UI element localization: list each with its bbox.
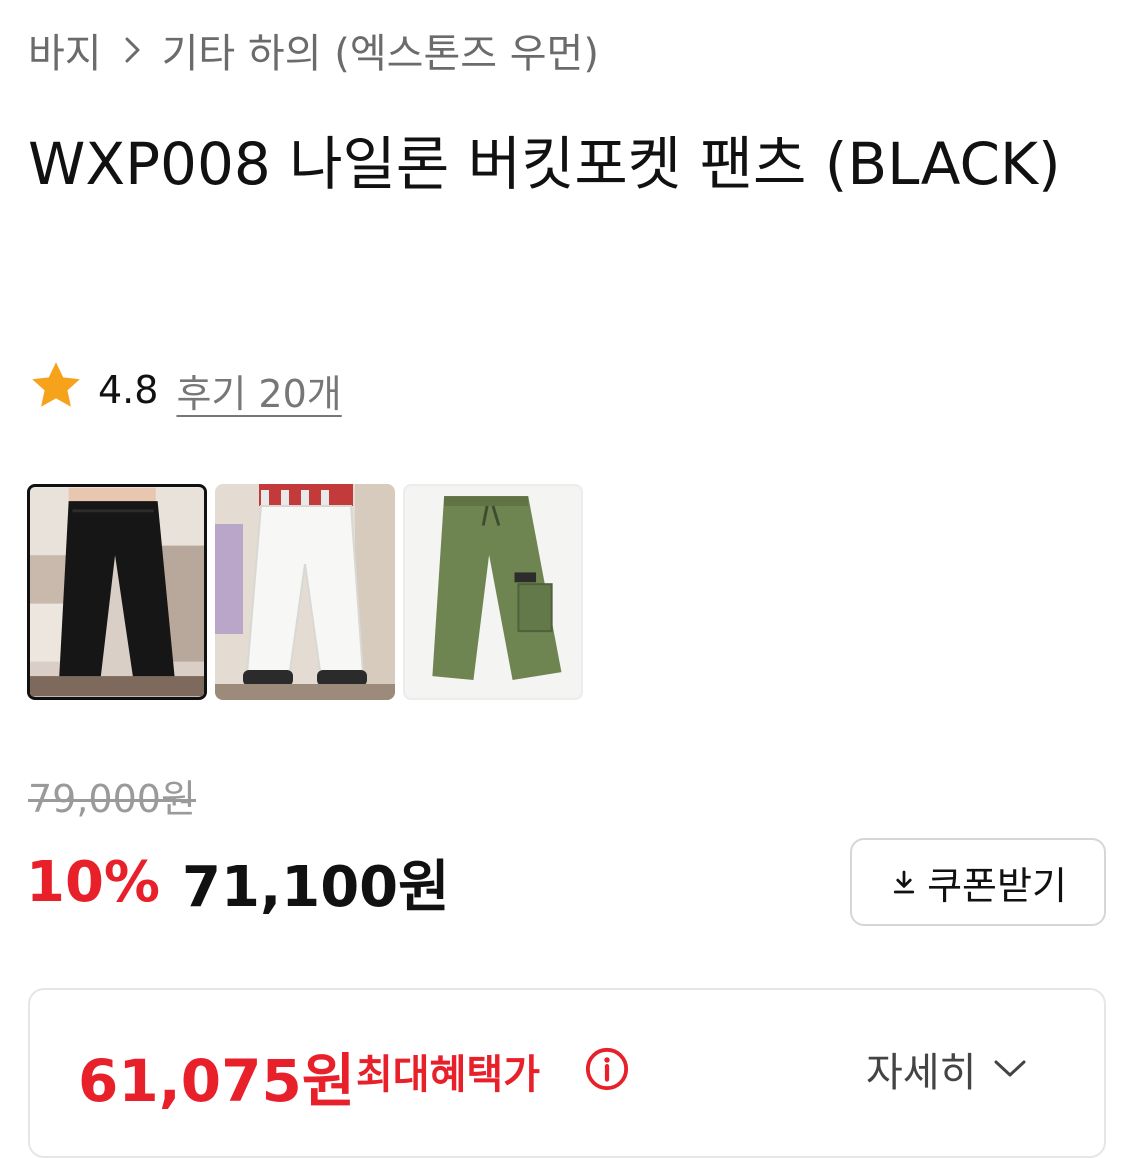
info-icon[interactable] bbox=[584, 1046, 630, 1092]
black-pants-photo-icon bbox=[30, 487, 204, 697]
reviews-link[interactable]: 후기 20개 bbox=[176, 363, 341, 418]
coupon-download-button[interactable]: 쿠폰받기 bbox=[850, 838, 1106, 926]
product-thumbnails bbox=[27, 484, 583, 700]
breadcrumb-category-link[interactable]: 바지 bbox=[28, 21, 102, 79]
thumbnail-white-pants[interactable] bbox=[215, 484, 395, 700]
white-pants-photo-icon bbox=[215, 484, 395, 700]
thumbnail-khaki-pants[interactable] bbox=[403, 484, 583, 700]
rating-row: 4.8 후기 20개 bbox=[28, 360, 342, 420]
sale-price: 71,100원 bbox=[182, 854, 450, 920]
max-benefit-panel: 61,075원 최대혜택가 자세히 bbox=[28, 988, 1106, 1158]
coupon-button-label: 쿠폰받기 bbox=[927, 863, 1067, 908]
breadcrumb: 바지 기타 하의 (엑스톤즈 우먼) bbox=[28, 22, 599, 78]
details-label: 자세히 bbox=[866, 1050, 977, 1096]
discount-rate: 10% bbox=[26, 849, 161, 915]
product-title: WXP008 나일론 버킷포켓 팬츠 (BLACK) bbox=[28, 130, 1061, 198]
star-icon bbox=[28, 358, 84, 423]
max-benefit-price: 61,075원 bbox=[78, 1047, 356, 1115]
max-benefit-label: 최대혜택가 bbox=[356, 1052, 540, 1098]
download-icon bbox=[889, 867, 919, 897]
original-price: 79,000원 bbox=[28, 777, 196, 821]
rating-score: 4.8 bbox=[98, 368, 159, 412]
chevron-right-icon bbox=[124, 36, 142, 64]
chevron-down-icon bbox=[992, 1058, 1028, 1080]
price-row: 10% 71,100원 bbox=[26, 840, 450, 924]
khaki-pants-photo-icon bbox=[405, 486, 581, 698]
thumbnail-black-pants[interactable] bbox=[27, 484, 207, 700]
breadcrumb-subcategory-link[interactable]: 기타 하의 (엑스톤즈 우먼) bbox=[162, 21, 599, 79]
details-toggle-button[interactable]: 자세히 bbox=[866, 1040, 1028, 1098]
